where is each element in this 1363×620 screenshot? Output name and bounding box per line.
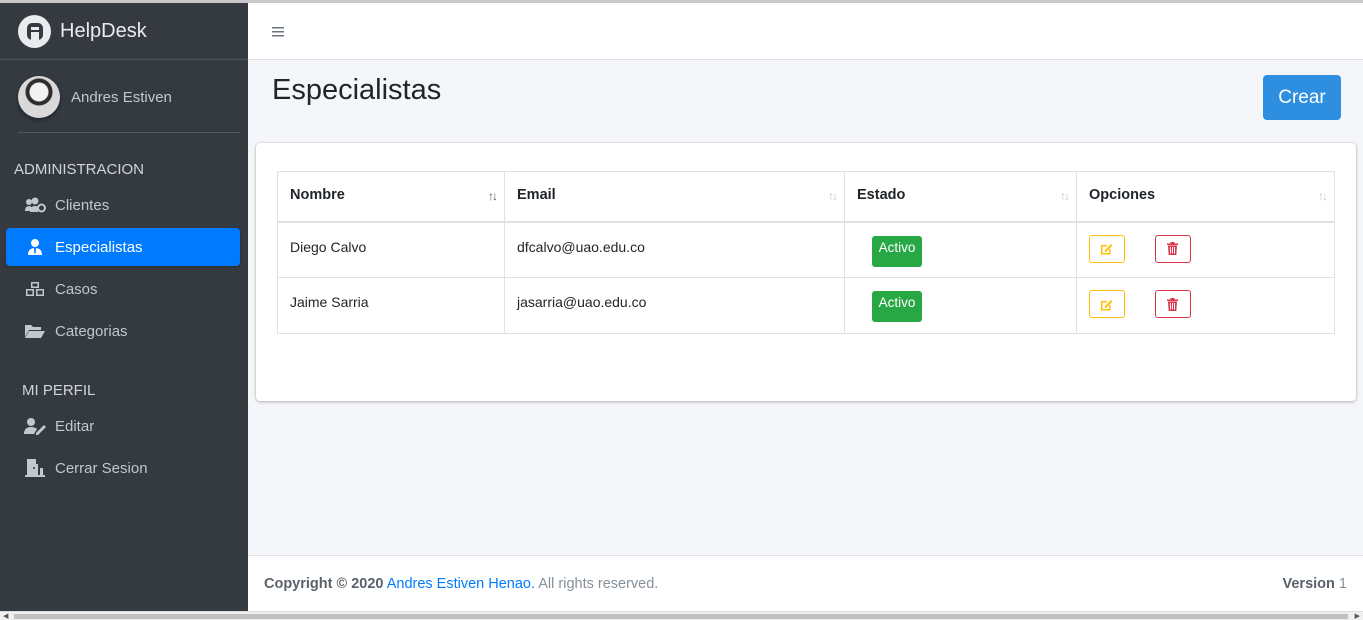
sidebar-item-label: Cerrar Sesion xyxy=(55,459,148,477)
horizontal-scrollbar[interactable]: ◀ ▶ xyxy=(0,611,1363,620)
sidebar-item-casos[interactable]: Casos xyxy=(6,270,240,308)
cell-opciones xyxy=(1076,221,1335,278)
scroll-left-icon[interactable]: ◀ xyxy=(3,612,8,620)
door-exit-icon xyxy=(23,458,47,478)
helpdesk-logo-icon xyxy=(18,14,51,48)
table-header-row: Nombre ↑↓ Email ↑↓ Estado ↑↓ Opciones ↑↓ xyxy=(277,171,1335,223)
sort-icon[interactable]: ↑↓ xyxy=(1060,189,1070,203)
status-badge: Activo xyxy=(872,235,922,267)
sidebar-item-especialistas[interactable]: Especialistas xyxy=(6,228,240,266)
user-edit-icon xyxy=(23,416,47,436)
trash-icon xyxy=(1167,297,1179,311)
column-header-opciones[interactable]: Opciones ↑↓ xyxy=(1076,171,1335,223)
users-cog-icon xyxy=(23,195,47,215)
sidebar-item-cerrar-sesion[interactable]: Cerrar Sesion xyxy=(6,449,240,487)
crear-button[interactable]: Crear xyxy=(1263,75,1341,120)
column-header-nombre[interactable]: Nombre ↑↓ xyxy=(277,171,505,223)
sidebar-item-label: Clientes xyxy=(55,196,110,214)
sort-icon[interactable]: ↑↓ xyxy=(488,189,498,203)
sidebar-item-label: Editar xyxy=(55,417,95,435)
cell-nombre: Jaime Sarria xyxy=(277,277,505,334)
edit-button[interactable] xyxy=(1089,290,1125,318)
brand-link[interactable]: HelpDesk xyxy=(0,3,248,60)
edit-button[interactable] xyxy=(1089,234,1125,263)
cell-nombre: Diego Calvo xyxy=(277,221,505,278)
main-header xyxy=(248,3,1363,60)
sidebar-item-label: Especialistas xyxy=(55,238,143,256)
rights-text: All rights reserved. xyxy=(538,576,659,592)
nav-header-mi-perfil: MI PERFIL xyxy=(22,382,96,399)
sidebar-item-clientes[interactable]: Clientes xyxy=(6,186,240,224)
especialistas-table: Nombre ↑↓ Email ↑↓ Estado ↑↓ Opciones ↑↓ xyxy=(277,171,1335,334)
sort-icon[interactable]: ↑↓ xyxy=(1318,189,1328,203)
page-title: Especialistas xyxy=(272,74,442,106)
column-label: Opciones xyxy=(1089,187,1156,203)
footer-version: Version 1 xyxy=(1283,576,1348,592)
hamburger-icon[interactable] xyxy=(272,21,284,42)
column-label: Estado xyxy=(857,187,906,203)
nav-list-administracion: Clientes Especialistas Casos Categorias xyxy=(0,186,248,350)
brand-name: HelpDesk xyxy=(60,19,147,42)
scroll-right-icon[interactable]: ▶ xyxy=(1355,612,1360,620)
cell-opciones xyxy=(1076,277,1335,334)
cubes-icon xyxy=(23,279,47,299)
cell-estado: Activo xyxy=(844,277,1077,334)
column-header-estado[interactable]: Estado ↑↓ xyxy=(844,171,1077,223)
copyright-text: Copyright © 2020 xyxy=(264,576,384,592)
sidebar-item-label: Categorias xyxy=(55,322,128,340)
version-number: 1 xyxy=(1338,576,1347,592)
delete-button[interactable] xyxy=(1154,234,1191,263)
version-label: Version xyxy=(1282,576,1335,592)
nav-header-administracion: ADMINISTRACION xyxy=(14,161,145,178)
footer: Copyright © 2020 Andres Estiven Henao. A… xyxy=(248,555,1363,611)
cell-estado: Activo xyxy=(844,221,1077,278)
sidebar: HelpDesk Andres Estiven ADMINISTRACION C… xyxy=(0,3,248,611)
delete-button[interactable] xyxy=(1154,290,1191,318)
table-row: Diego Calvo dfcalvo@uao.edu.co Activo xyxy=(277,221,1335,278)
scrollbar-thumb[interactable] xyxy=(14,614,1348,619)
column-header-email[interactable]: Email ↑↓ xyxy=(504,171,845,223)
author-link[interactable]: Andres Estiven Henao. xyxy=(387,576,535,592)
sidebar-item-categorias[interactable]: Categorias xyxy=(6,312,240,350)
nav-list-mi-perfil: Editar Cerrar Sesion xyxy=(0,407,248,487)
folder-open-icon xyxy=(23,321,47,341)
status-badge: Activo xyxy=(872,291,922,322)
trash-icon xyxy=(1167,242,1179,255)
user-name[interactable]: Andres Estiven xyxy=(71,89,172,106)
especialistas-card: Nombre ↑↓ Email ↑↓ Estado ↑↓ Opciones ↑↓ xyxy=(256,143,1356,401)
sidebar-item-editar[interactable]: Editar xyxy=(6,407,240,445)
column-label: Nombre xyxy=(290,187,345,203)
sidebar-item-label: Casos xyxy=(55,280,98,298)
cell-email: jasarria@uao.edu.co xyxy=(504,277,845,334)
user-panel[interactable]: Andres Estiven xyxy=(18,60,240,133)
footer-copyright: Copyright © 2020 Andres Estiven Henao. A… xyxy=(264,576,658,592)
cell-email: dfcalvo@uao.edu.co xyxy=(504,221,845,278)
user-tie-icon xyxy=(23,237,47,257)
avatar[interactable] xyxy=(18,76,60,118)
sort-icon[interactable]: ↑↓ xyxy=(828,189,838,203)
table-row: Jaime Sarria jasarria@uao.edu.co Activo xyxy=(277,277,1335,334)
column-label: Email xyxy=(517,187,556,203)
edit-icon xyxy=(1101,244,1113,255)
edit-icon xyxy=(1101,299,1113,310)
